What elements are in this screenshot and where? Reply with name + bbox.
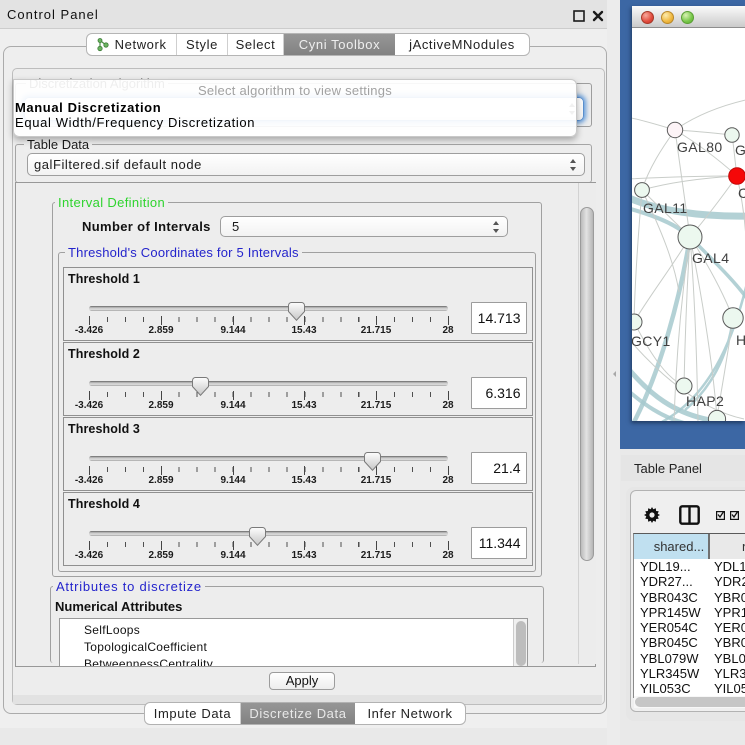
svg-text:H: H	[736, 332, 745, 348]
svg-text:GA: GA	[735, 142, 745, 158]
svg-text:GAL4: GAL4	[692, 250, 729, 266]
svg-text:C: C	[738, 185, 745, 201]
svg-text:GCY1: GCY1	[632, 333, 671, 349]
svg-text:HAP2: HAP2	[686, 393, 724, 409]
svg-text:GAL80: GAL80	[677, 139, 723, 155]
svg-text:GAL11: GAL11	[643, 200, 688, 216]
